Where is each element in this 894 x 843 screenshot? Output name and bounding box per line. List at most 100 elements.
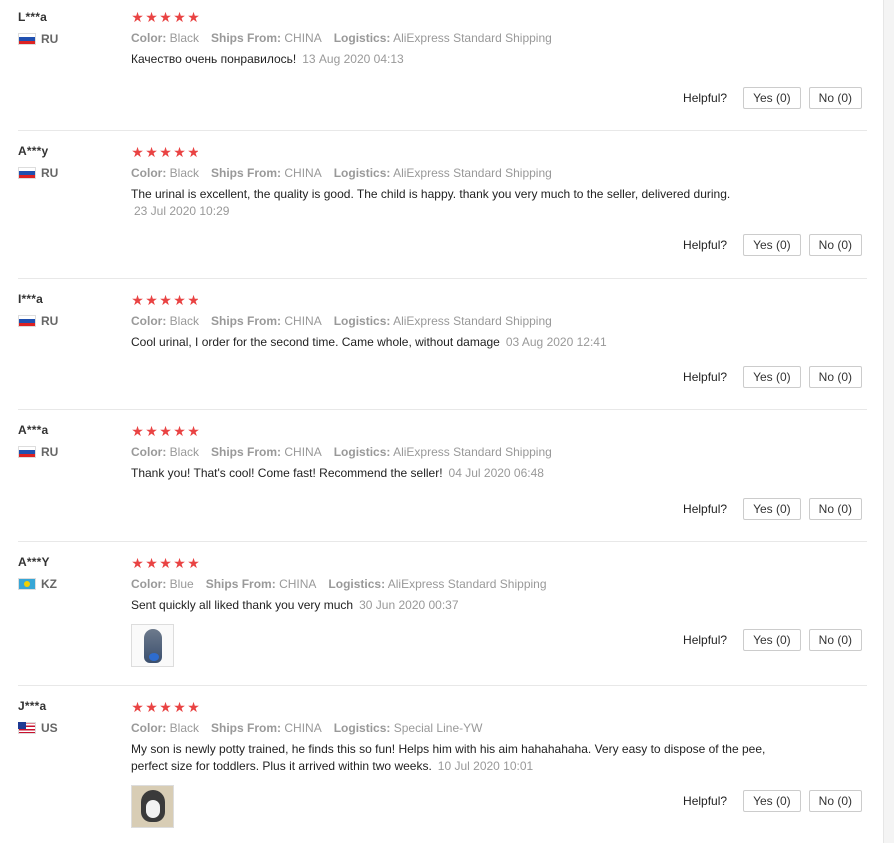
review-body: The urinal is excellent, the quality is … — [131, 187, 731, 201]
reviewer-country: RU — [18, 166, 118, 180]
helpful-yes-button[interactable]: Yes (0) — [743, 366, 801, 388]
star-rating: ★ ★ ★ ★ ★ — [131, 556, 771, 570]
review-photo-thumbnail[interactable] — [131, 624, 174, 667]
helpful-no-button[interactable]: No (0) — [808, 87, 862, 109]
helpful-yes-button[interactable]: Yes (0) — [743, 629, 801, 651]
ships-from-value: CHINA — [284, 166, 322, 180]
helpful-yes-button[interactable]: Yes (0) — [743, 790, 801, 812]
order-info: Color: Black Ships From: CHINA Logistics: … — [131, 166, 771, 180]
helpful-vote: Helpful? Yes (0) No (0) — [683, 790, 862, 812]
review-content: ★ ★ ★ ★ ★ Color: Black Ships From: CHINA Logis… — [131, 424, 771, 482]
ships-from-label: Ships From: — [205, 577, 276, 591]
color-value: Black — [169, 31, 200, 45]
review-photo-thumbnail[interactable] — [131, 785, 174, 828]
order-info: Color: Black Ships From: CHINA Logistics: … — [131, 721, 771, 735]
helpful-no-button[interactable]: No (0) — [808, 366, 862, 388]
logistics-value: Special Line-YW — [393, 721, 483, 735]
star-icon: ★ — [173, 144, 186, 160]
logistics-value: AliExpress Standard Shipping — [393, 314, 552, 328]
country-code: RU — [41, 445, 59, 459]
helpful-label: Helpful? — [683, 238, 728, 252]
reviewer-name: L***a — [18, 10, 48, 24]
helpful-yes-button[interactable]: Yes (0) — [743, 234, 801, 256]
helpful-no-button[interactable]: No (0) — [808, 498, 862, 520]
reviewer-name: A***a — [18, 423, 49, 437]
review-item: A***Y KZ ★ ★ ★ ★ ★ Color: Blue Ships From: CH… — [18, 542, 867, 686]
helpful-label: Helpful? — [683, 502, 728, 516]
helpful-no-button[interactable]: No (0) — [808, 234, 862, 256]
star-icon: ★ — [159, 555, 172, 571]
ships-from-label: Ships From: — [211, 721, 282, 735]
star-icon: ★ — [145, 292, 158, 308]
ru-flag-icon — [18, 315, 36, 327]
star-partial-icon: ★ — [187, 144, 200, 160]
reviewer-info: A***y RU — [18, 144, 118, 180]
star-icon: ★ — [131, 144, 144, 160]
review-date: 03 Aug 2020 12:41 — [505, 335, 607, 349]
logistics-label: Logistics: — [333, 721, 391, 735]
ships-from-label: Ships From: — [211, 445, 282, 459]
star-icon: ★ — [145, 144, 158, 160]
review-body: Sent quickly all liked thank you very mu… — [131, 598, 354, 612]
helpful-no-button[interactable]: No (0) — [808, 790, 862, 812]
review-text: Thank you! That's cool! Come fast! Recom… — [131, 465, 771, 482]
review-content: ★ ★ ★ ★ ★ Color: Blue Ships From: CHINA Logist… — [131, 556, 771, 667]
star-icon: ★ — [159, 144, 172, 160]
helpful-no-button[interactable]: No (0) — [808, 629, 862, 651]
reviewer-country: KZ — [18, 577, 118, 591]
review-body: Cool urinal, I order for the second time… — [131, 335, 500, 349]
star-rating: ★ ★ ★ ★ ★ — [131, 293, 771, 307]
star-icon: ★ — [159, 699, 172, 715]
review-item: J***a US ★ ★ ★ ★ ★ Color: Black Ships From: C… — [18, 686, 867, 843]
ships-from-value: CHINA — [284, 721, 322, 735]
star-icon: ★ — [159, 423, 172, 439]
order-info: Color: Black Ships From: CHINA Logistics: … — [131, 314, 771, 328]
review-content: ★ ★ ★ ★ ★ Color: Black Ships From: CHINA Logis… — [131, 293, 771, 351]
helpful-label: Helpful? — [683, 794, 728, 808]
us-flag-icon — [18, 722, 36, 734]
country-code: RU — [41, 32, 59, 46]
logistics-value: AliExpress Standard Shipping — [393, 445, 552, 459]
ships-from-value: CHINA — [284, 314, 322, 328]
ships-from-value: CHINA — [284, 445, 322, 459]
helpful-vote: Helpful? Yes (0) No (0) — [683, 629, 862, 651]
helpful-vote: Helpful? Yes (0) No (0) — [683, 234, 862, 256]
color-label: Color: — [131, 445, 167, 459]
review-content: ★ ★ ★ ★ ★ Color: Black Ships From: CHINA Logis… — [131, 700, 771, 828]
ru-flag-icon — [18, 446, 36, 458]
logistics-value: AliExpress Standard Shipping — [387, 577, 547, 591]
review-text: My son is newly potty trained, he finds … — [131, 741, 771, 775]
reviewer-name: A***Y — [18, 555, 50, 569]
country-code: KZ — [41, 577, 57, 591]
reviewer-info: A***Y KZ — [18, 555, 118, 591]
reviewer-info: I***a RU — [18, 292, 118, 328]
reviewer-country: RU — [18, 445, 118, 459]
review-date: 13 Aug 2020 04:13 — [302, 52, 404, 66]
ships-from-value: CHINA — [279, 577, 317, 591]
helpful-yes-button[interactable]: Yes (0) — [743, 87, 801, 109]
helpful-label: Helpful? — [683, 91, 728, 105]
reviewer-country: RU — [18, 314, 118, 328]
color-value: Black — [169, 721, 200, 735]
reviewer-info: L***a RU — [18, 10, 118, 46]
color-value: Blue — [169, 577, 194, 591]
reviewer-name: J***a — [18, 699, 47, 713]
star-partial-icon: ★ — [187, 292, 200, 308]
review-content: ★ ★ ★ ★ ★ Color: Black Ships From: CHINA Logis… — [131, 145, 771, 220]
helpful-vote: Helpful? Yes (0) No (0) — [683, 87, 862, 109]
color-label: Color: — [131, 314, 167, 328]
star-rating: ★ ★ ★ ★ ★ — [131, 424, 771, 438]
review-date: 23 Jul 2020 10:29 — [134, 204, 230, 218]
review-item: A***y RU ★ ★ ★ ★ ★ Color: Black Ships From: C… — [18, 131, 867, 279]
ships-from-label: Ships From: — [211, 166, 282, 180]
color-value: Black — [169, 166, 200, 180]
star-icon: ★ — [145, 555, 158, 571]
page-scrollbar[interactable] — [883, 0, 894, 843]
logistics-label: Logistics: — [333, 445, 391, 459]
reviewer-name: A***y — [18, 144, 49, 158]
ru-flag-icon — [18, 167, 36, 179]
review-item: L***a RU ★ ★ ★ ★ ★ Color: Black Ships From: C… — [18, 0, 867, 131]
star-icon: ★ — [131, 9, 144, 25]
helpful-yes-button[interactable]: Yes (0) — [743, 498, 801, 520]
ru-flag-icon — [18, 33, 36, 45]
